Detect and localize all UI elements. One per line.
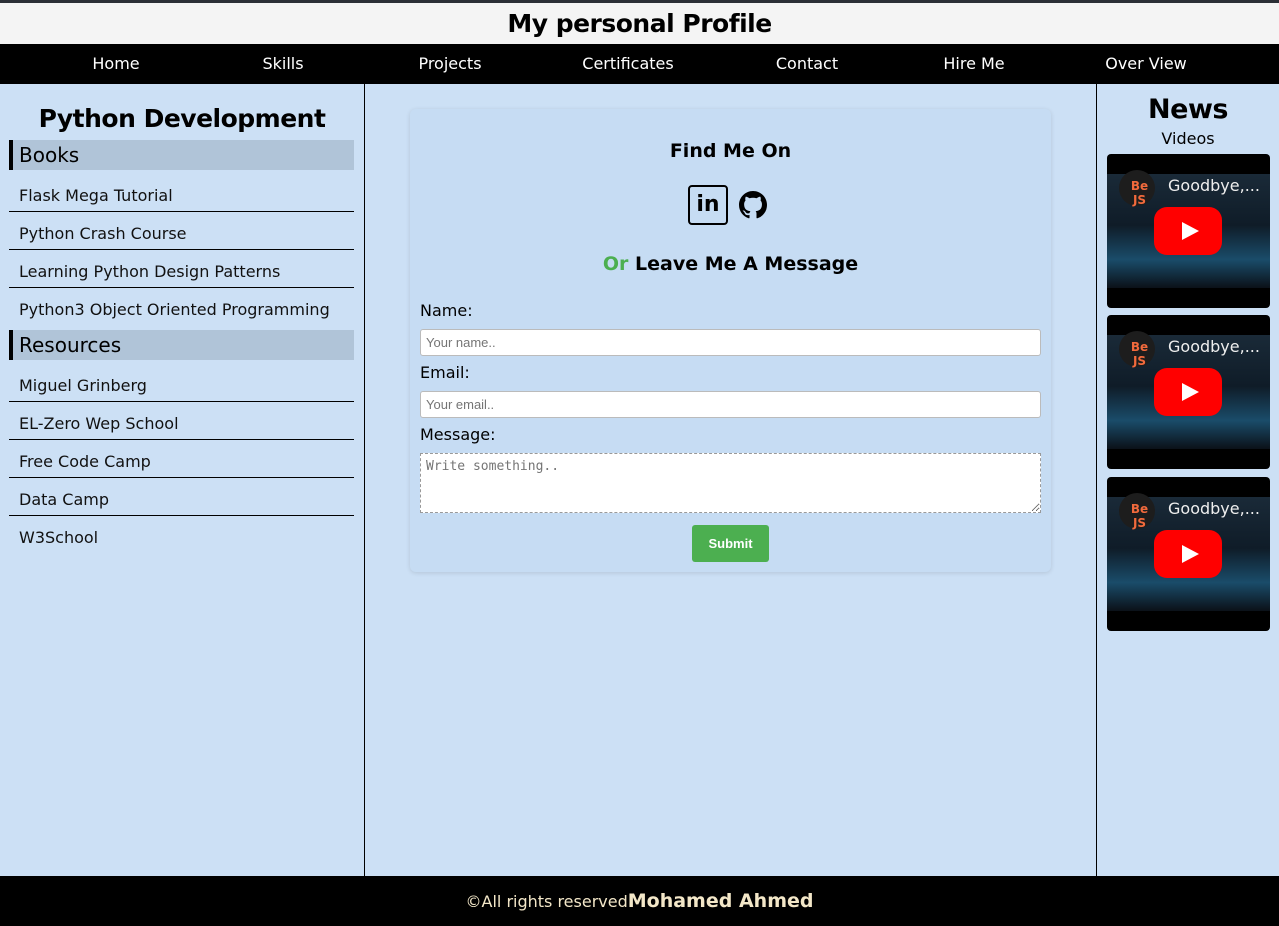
nav-hire-me-link[interactable]: Hire Me xyxy=(943,44,1004,84)
video-embed[interactable]: Be JS Goodbye,... xyxy=(1107,477,1270,631)
resource-link[interactable]: EL-Zero Wep School xyxy=(9,402,354,440)
email-input[interactable] xyxy=(420,391,1041,418)
nav-home-link[interactable]: Home xyxy=(92,44,139,84)
resource-link[interactable]: W3School xyxy=(9,516,354,554)
nav-overview-link[interactable]: Over View xyxy=(1105,44,1187,84)
video-title: Goodbye,... xyxy=(1168,337,1260,356)
site-header: My personal Profile xyxy=(0,3,1279,44)
resource-link[interactable]: Data Camp xyxy=(9,478,354,516)
right-sidebar: News Videos Be JS Goodbye,... Be JS Good… xyxy=(1096,84,1279,876)
videos-label: Videos xyxy=(1161,129,1215,148)
name-label: Name: xyxy=(420,301,473,320)
channel-avatar: Be JS xyxy=(1119,331,1155,368)
or-word: Or xyxy=(602,253,629,275)
footer-author: Mohamed Ahmed xyxy=(627,890,814,912)
video-embed[interactable]: Be JS Goodbye,... xyxy=(1107,154,1270,308)
news-title: News xyxy=(1148,94,1228,125)
nav-skills-link[interactable]: Skills xyxy=(262,44,303,84)
play-icon[interactable] xyxy=(1154,207,1222,255)
page-title: My personal Profile xyxy=(507,9,772,38)
nav-projects-link[interactable]: Projects xyxy=(418,44,481,84)
site-footer: ©All rights reservedMohamed Ahmed xyxy=(0,876,1279,926)
resources-list: Miguel Grinberg EL-Zero Wep School Free … xyxy=(9,360,354,554)
email-label: Email: xyxy=(420,363,470,382)
linkedin-icon[interactable]: in xyxy=(688,185,728,225)
nav-contact-link[interactable]: Contact xyxy=(776,44,838,84)
book-link[interactable]: Python3 Object Oriented Programming xyxy=(9,288,354,326)
books-heading: Books xyxy=(9,140,354,170)
channel-avatar: Be JS xyxy=(1119,170,1155,207)
name-input[interactable] xyxy=(420,329,1041,356)
leave-message-text: Leave Me A Message xyxy=(635,253,859,275)
message-textarea[interactable] xyxy=(420,453,1041,513)
books-list: Flask Mega Tutorial Python Crash Course … xyxy=(9,170,354,326)
submit-button[interactable]: Submit xyxy=(692,525,769,562)
footer-rights: ©All rights reserved xyxy=(465,892,628,911)
video-embed[interactable]: Be JS Goodbye,... xyxy=(1107,315,1270,469)
nav-certificates-link[interactable]: Certificates xyxy=(582,44,673,84)
resource-link[interactable]: Free Code Camp xyxy=(9,440,354,478)
resource-link[interactable]: Miguel Grinberg xyxy=(9,364,354,402)
book-link[interactable]: Learning Python Design Patterns xyxy=(9,250,354,288)
message-label: Message: xyxy=(420,425,496,444)
resources-heading: Resources xyxy=(9,330,354,360)
sidebar-title: Python Development xyxy=(38,104,326,133)
video-title: Goodbye,... xyxy=(1168,176,1260,195)
github-icon[interactable] xyxy=(739,191,767,219)
find-me-title: Find Me On xyxy=(669,140,792,162)
book-link[interactable]: Python Crash Course xyxy=(9,212,354,250)
main-nav: Home Skills Projects Certificates Contac… xyxy=(0,44,1279,84)
left-sidebar: Python Development Books Flask Mega Tuto… xyxy=(0,84,365,876)
play-icon[interactable] xyxy=(1154,530,1222,578)
video-title: Goodbye,... xyxy=(1168,499,1260,518)
play-icon[interactable] xyxy=(1154,368,1222,416)
book-link[interactable]: Flask Mega Tutorial xyxy=(9,174,354,212)
leave-message-title: Or Leave Me A Message xyxy=(410,253,1051,275)
contact-card: Find Me On in Or Leave Me A Message Name… xyxy=(410,109,1051,572)
channel-avatar: Be JS xyxy=(1119,493,1155,530)
